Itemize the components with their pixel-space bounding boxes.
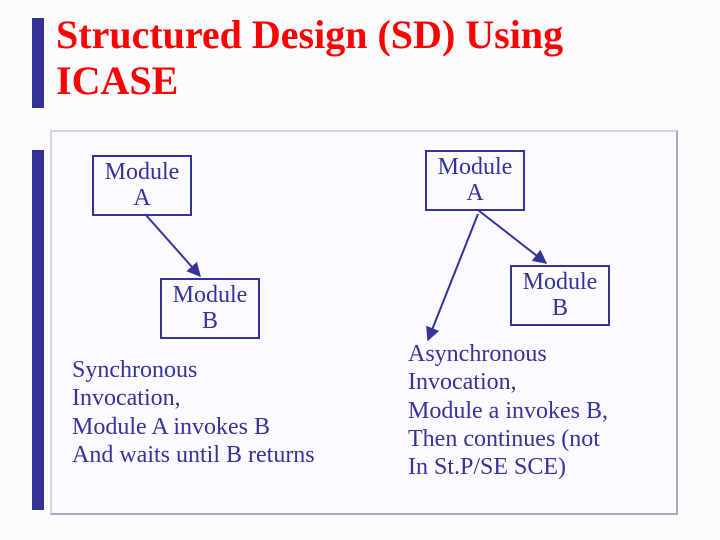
right-module-a-box: ModuleA [425, 150, 525, 211]
page-title: Structured Design (SD) Using ICASE [56, 12, 676, 104]
left-module-a-box: ModuleA [92, 155, 192, 216]
left-caption: SynchronousInvocation,Module A invokes B… [72, 356, 382, 469]
title-accent-bar [32, 18, 44, 108]
left-module-b-box: ModuleB [160, 278, 260, 339]
right-module-a-label: ModuleA [438, 154, 513, 206]
right-module-b-label: ModuleB [523, 269, 598, 321]
left-module-a-label: ModuleA [105, 159, 180, 211]
body-accent-bar [32, 150, 44, 510]
slide: Structured Design (SD) Using ICASE Modul… [0, 0, 720, 540]
left-module-b-label: ModuleB [173, 282, 248, 334]
right-module-b-box: ModuleB [510, 265, 610, 326]
right-caption: AsynchronousInvocation,Module a invokes … [408, 340, 708, 482]
